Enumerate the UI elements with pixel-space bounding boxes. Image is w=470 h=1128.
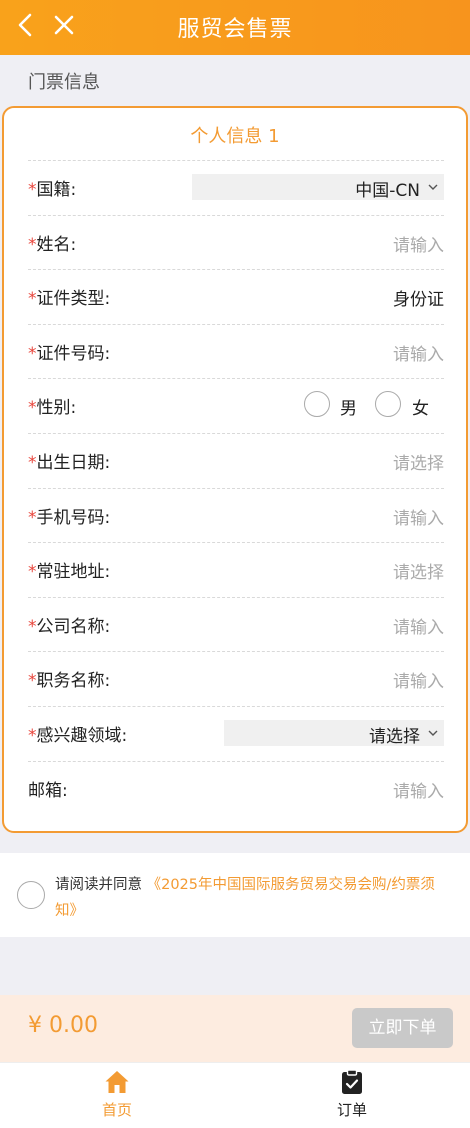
required-marker: * [28,398,37,419]
field-label-text: 国籍: [36,180,77,200]
field-label: *出生日期: [28,448,110,473]
picker-field[interactable]: 请选择 [393,449,444,474]
field-label: *国籍: [28,175,76,200]
field-label: 邮箱: [28,776,68,801]
text-input[interactable]: 请输入 [393,777,444,802]
field-label: *职务名称: [28,666,110,691]
select-value: 中国-CN [355,181,420,201]
required-marker: * [28,507,37,528]
form-row[interactable]: *常驻地址: 请选择 [28,542,444,597]
radio-female[interactable] [375,391,401,418]
agreement-prefix: 请阅读并同意 [55,877,147,893]
field-label-text: 邮箱: [28,780,68,801]
field-label-text: 感兴趣领域: [36,726,128,746]
tab-orders[interactable]: 订单 [317,1069,387,1120]
required-marker: * [28,453,37,473]
required-marker: * [28,289,37,310]
form-row[interactable]: *手机号码: 请输入 [28,487,444,543]
form-row[interactable]: *出生日期: 请选择 [28,433,444,488]
field-value[interactable]: 身份证 [393,285,444,310]
select-dropdown[interactable]: 请选择 [224,720,444,747]
required-marker: * [28,343,37,364]
section-label: 门票信息 [28,72,100,93]
field-label-text: 公司名称: [36,616,111,637]
text-input[interactable]: 请输入 [393,613,444,638]
pay-bar: ¥ 0.00 立即下单 [0,995,470,1062]
radio-label[interactable]: 男 [340,394,357,419]
picker-field[interactable]: 请选择 [393,558,444,583]
chevron-down-icon [428,184,438,190]
radio-label[interactable]: 女 [412,394,429,419]
field-label-text: 手机号码: [36,507,111,528]
field-label-text: 职务名称: [36,671,111,692]
chevron-down-icon [428,730,438,736]
total-price: ¥ 0.00 [28,1013,98,1038]
text-input[interactable]: 请输入 [393,231,444,256]
clipboard-check-icon [342,1069,362,1094]
card-title: 个人信息 1 [190,126,280,147]
field-label: *手机号码: [28,503,110,528]
form-row[interactable]: *感兴趣领域: 请选择 [28,706,444,761]
text-input[interactable]: 请输入 [393,504,444,529]
home-icon [105,1071,129,1093]
text-input[interactable]: 请输入 [393,667,444,692]
form-row[interactable]: *姓名: 请输入 [28,214,444,270]
form-row[interactable]: *公司名称: 请输入 [28,596,444,652]
form-row[interactable]: 邮箱: 请输入 [28,760,444,816]
field-label: *常驻地址: [28,557,110,582]
select-dropdown[interactable]: 中国-CN [192,174,444,201]
page-title: 服贸会售票 [177,17,293,42]
agreement-text: 请阅读并同意 《2025年中国国际服务贸易交易会购/约票须知》 [55,872,455,924]
field-label-text: 证件类型: [36,289,111,310]
required-marker: * [28,562,37,583]
required-marker: * [28,616,37,637]
agreement-section: 请阅读并同意 《2025年中国国际服务贸易交易会购/约票须知》 [0,853,470,937]
radio-male[interactable] [304,391,330,418]
form-row[interactable]: *职务名称: 请输入 [28,651,444,706]
form-row: *证件类型: 身份证 [28,269,444,324]
required-marker: * [28,234,37,255]
required-marker: * [28,726,37,746]
field-label: *姓名: [28,230,76,255]
select-value: 请选择 [369,727,420,747]
form-row[interactable]: *性别: 男 女 [28,378,444,433]
field-label-text: 证件号码: [36,343,111,364]
text-input[interactable]: 请输入 [393,340,444,365]
field-label: *性别: [28,393,76,418]
order-now-button[interactable]: 立即下单 [352,1008,453,1048]
tab-orders-label: 订单 [336,1101,367,1119]
form-row[interactable]: *证件号码: 请输入 [28,323,444,379]
field-label-text: 常驻地址: [36,562,111,583]
required-marker: * [28,671,37,692]
personal-info-card: 个人信息 1 *国籍: 中国-CN *姓名: 请输入 *证件类型: 身份证 *证件号码: 请输… [2,106,468,833]
tab-home-label: 首页 [101,1101,132,1119]
form-row[interactable]: *国籍: 中国-CN [28,160,444,215]
tab-bar: 首页 订单 [0,1062,470,1128]
field-label-text: 性别: [36,398,77,419]
agree-checkbox[interactable] [17,881,45,909]
required-marker: * [28,180,37,200]
field-label: *证件类型: [28,284,110,309]
app-header: 服贸会售票 [0,0,470,55]
field-label: *感兴趣领域: [28,721,127,746]
field-label: *公司名称: [28,612,110,637]
field-label: *证件号码: [28,339,110,364]
field-label-text: 出生日期: [36,453,111,473]
tab-home[interactable]: 首页 [82,1069,152,1120]
field-label-text: 姓名: [36,234,77,255]
